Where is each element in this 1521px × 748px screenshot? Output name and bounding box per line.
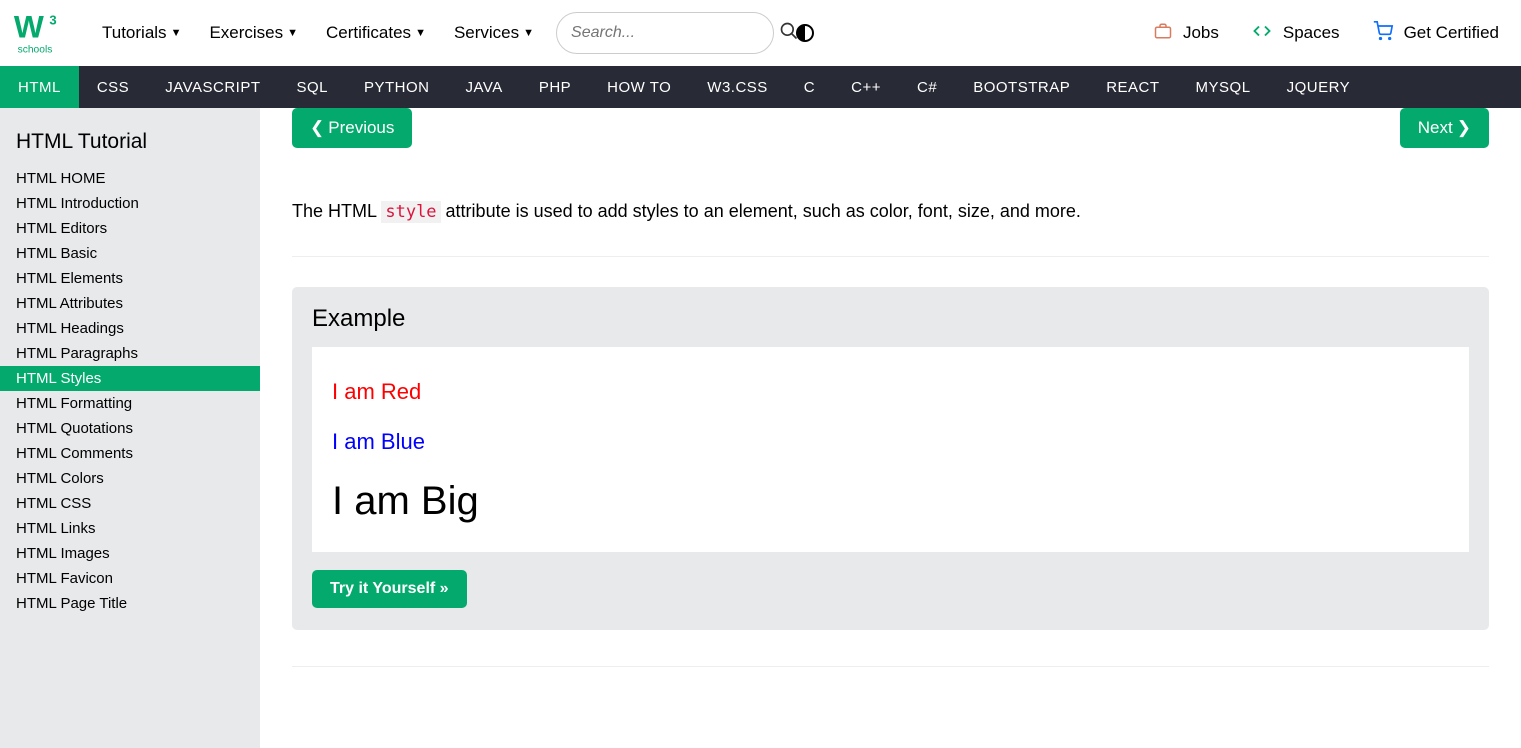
next-button[interactable]: Next ❯: [1400, 108, 1489, 148]
sidebar-item-html-favicon[interactable]: HTML Favicon: [0, 566, 260, 591]
svg-text:W: W: [14, 9, 44, 45]
caret-down-icon: ▼: [171, 27, 182, 39]
sidebar-item-html-images[interactable]: HTML Images: [0, 541, 260, 566]
lang-howto[interactable]: HOW TO: [589, 66, 689, 108]
topnav-services[interactable]: Services ▼: [454, 23, 534, 43]
sidebar-item-html-page-title[interactable]: HTML Page Title: [0, 591, 260, 616]
chevron-right-icon: ❯: [1457, 118, 1471, 138]
link-spaces[interactable]: Spaces: [1251, 22, 1340, 45]
w3schools-logo[interactable]: W 3 schools: [12, 9, 72, 57]
sidebar-item-html-introduction[interactable]: HTML Introduction: [0, 191, 260, 216]
link-jobs[interactable]: Jobs: [1153, 22, 1219, 45]
theme-toggle-icon[interactable]: [796, 24, 814, 42]
topnav-certificates[interactable]: Certificates ▼: [326, 23, 426, 43]
example-box: Example I am Red I am Blue I am Big Try …: [292, 287, 1489, 630]
sidebar-item-html-basic[interactable]: HTML Basic: [0, 241, 260, 266]
search-box[interactable]: [556, 12, 774, 54]
lang-w3css[interactable]: W3.CSS: [689, 66, 786, 108]
cart-icon: [1372, 21, 1394, 46]
topnav-exercises[interactable]: Exercises ▼: [209, 23, 298, 43]
example-output: I am Red I am Blue I am Big: [312, 347, 1469, 552]
sidebar-item-html-editors[interactable]: HTML Editors: [0, 216, 260, 241]
search-input[interactable]: [571, 24, 779, 42]
sidebar-item-html-attributes[interactable]: HTML Attributes: [0, 291, 260, 316]
example-blue-text: I am Blue: [332, 429, 1449, 455]
caret-down-icon: ▼: [287, 27, 298, 39]
caret-down-icon: ▼: [523, 27, 534, 39]
sidebar-item-html-elements[interactable]: HTML Elements: [0, 266, 260, 291]
divider: [292, 666, 1489, 667]
caret-down-icon: ▼: [415, 27, 426, 39]
lang-react[interactable]: REACT: [1088, 66, 1177, 108]
sidebar-title: HTML Tutorial: [0, 126, 260, 166]
svg-text:schools: schools: [18, 45, 53, 56]
lang-java[interactable]: JAVA: [448, 66, 521, 108]
example-red-text: I am Red: [332, 379, 1449, 405]
sidebar-item-html-styles[interactable]: HTML Styles: [0, 366, 260, 391]
sidebar-item-html-paragraphs[interactable]: HTML Paragraphs: [0, 341, 260, 366]
lang-bootstrap[interactable]: BOOTSTRAP: [955, 66, 1088, 108]
sidebar-item-html-colors[interactable]: HTML Colors: [0, 466, 260, 491]
main-content: ❮ Previous Next ❯ The HTML style attribu…: [260, 108, 1521, 748]
lang-sql[interactable]: SQL: [278, 66, 346, 108]
briefcase-icon: [1153, 22, 1173, 45]
sidebar: HTML Tutorial HTML HOMEHTML Introduction…: [0, 108, 260, 748]
sidebar-item-html-css[interactable]: HTML CSS: [0, 491, 260, 516]
sidebar-item-html-links[interactable]: HTML Links: [0, 516, 260, 541]
intro-paragraph: The HTML style attribute is used to add …: [292, 198, 1489, 257]
lang-jquery[interactable]: JQUERY: [1269, 66, 1369, 108]
lang-python[interactable]: PYTHON: [346, 66, 448, 108]
chevron-left-icon: ❮: [310, 118, 324, 138]
sidebar-item-html-headings[interactable]: HTML Headings: [0, 316, 260, 341]
code-icon: [1251, 22, 1273, 45]
code-snippet: style: [381, 201, 440, 223]
lang-mysql[interactable]: MYSQL: [1178, 66, 1269, 108]
sidebar-item-html-comments[interactable]: HTML Comments: [0, 441, 260, 466]
lang-php[interactable]: PHP: [521, 66, 589, 108]
lang-javascript[interactable]: JAVASCRIPT: [147, 66, 278, 108]
example-big-text: I am Big: [332, 479, 1449, 524]
sidebar-item-html-formatting[interactable]: HTML Formatting: [0, 391, 260, 416]
lang-c[interactable]: C#: [899, 66, 955, 108]
sidebar-item-html-quotations[interactable]: HTML Quotations: [0, 416, 260, 441]
lang-c[interactable]: C: [786, 66, 833, 108]
previous-button[interactable]: ❮ Previous: [292, 108, 412, 148]
link-get-certified[interactable]: Get Certified: [1372, 21, 1499, 46]
sidebar-item-html-home[interactable]: HTML HOME: [0, 166, 260, 191]
lang-c[interactable]: C++: [833, 66, 899, 108]
topnav-tutorials[interactable]: Tutorials ▼: [102, 23, 181, 43]
example-title: Example: [312, 305, 1469, 333]
svg-text:3: 3: [49, 13, 56, 28]
lang-html[interactable]: HTML: [0, 66, 79, 108]
lang-css[interactable]: CSS: [79, 66, 147, 108]
try-it-yourself-button[interactable]: Try it Yourself »: [312, 570, 467, 608]
